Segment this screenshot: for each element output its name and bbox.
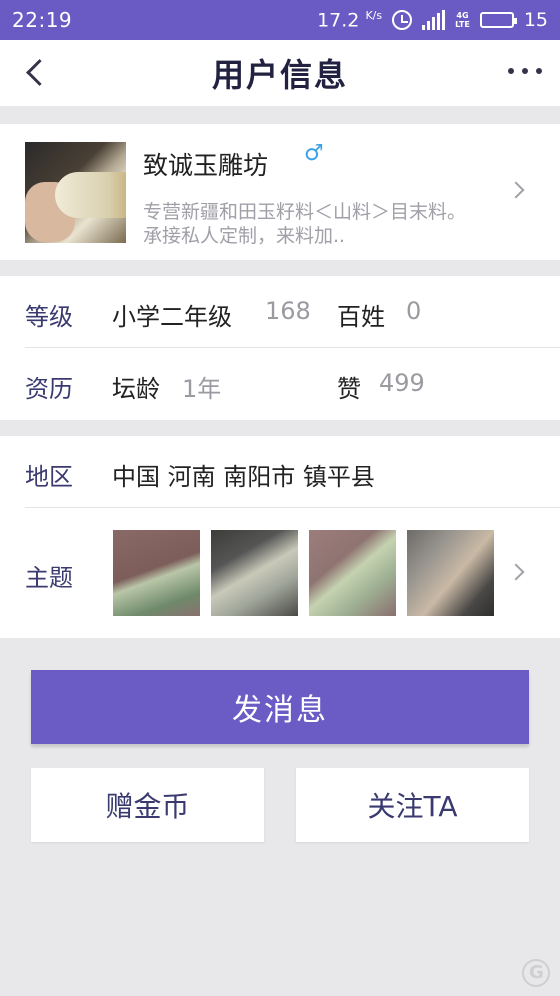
follow-button[interactable]: 关注TA: [296, 768, 529, 842]
alarm-icon: [392, 9, 413, 30]
topic-thumbnail[interactable]: [211, 530, 298, 616]
record-row: 资历 坛龄 1年 赞 499: [0, 348, 560, 420]
level-value: 小学二年级: [112, 303, 232, 331]
profile-name: 致诚玉雕坊: [143, 151, 269, 180]
location-label: 地区: [25, 463, 73, 491]
page-title: 用户信息: [211, 56, 348, 94]
back-icon[interactable]: [24, 61, 46, 83]
forum-age-label: 坛龄: [112, 375, 160, 403]
gift-coins-button[interactable]: 赠金币: [31, 768, 264, 842]
chevron-right-icon: [510, 184, 524, 198]
send-message-button[interactable]: 发消息: [31, 670, 529, 744]
network-type-icon: 4G LTE: [455, 11, 470, 29]
stats-section: 等级 小学二年级 168 百姓 0 资历 坛龄 1年 赞 499: [0, 276, 560, 420]
network-sub: LTE: [455, 19, 470, 29]
likes-label: 赞: [337, 375, 361, 403]
topic-thumbnail[interactable]: [113, 530, 200, 616]
forum-age-value: 1年: [182, 375, 222, 403]
baixing-value: 0: [406, 297, 422, 325]
avatar[interactable]: [25, 142, 126, 243]
male-icon: ♂: [304, 141, 324, 166]
network-speed: 17.2 K/s: [317, 9, 382, 31]
topics-label: 主题: [25, 564, 73, 592]
profile-description: 专营新疆和田玉籽料＜山料＞目末料。承接私人定制，来料加..: [143, 201, 467, 247]
status-bar: 22:19 17.2 K/s 4G LTE 15: [0, 0, 560, 40]
signal-icon: [422, 9, 446, 30]
baixing-label: 百姓: [337, 303, 385, 331]
watermark: [522, 958, 550, 988]
status-time: 22:19: [12, 8, 73, 32]
network-speed-unit: K/s: [365, 8, 383, 22]
location-value: 中国 河南 南阳市 镇平县: [112, 463, 375, 491]
network-speed-value: 17.2: [317, 9, 360, 32]
level-label: 等级: [25, 303, 73, 331]
likes-value: 499: [379, 369, 425, 397]
chevron-right-icon: [510, 566, 524, 580]
nav-bar: 用户信息: [0, 40, 560, 106]
watermark-logo-icon: [522, 959, 550, 987]
location-row: 地区 中国 河南 南阳市 镇平县: [0, 436, 560, 508]
level-row: 等级 小学二年级 168 百姓 0: [0, 276, 560, 348]
status-indicators: 17.2 K/s 4G LTE 15: [317, 9, 548, 31]
level-points: 168: [265, 297, 311, 325]
battery-level: 15: [523, 8, 548, 31]
network-type: 4G: [456, 10, 469, 20]
battery-icon: [479, 11, 517, 28]
topic-thumbnail[interactable]: [309, 530, 396, 616]
more-icon[interactable]: [508, 68, 542, 74]
record-label: 资历: [25, 375, 73, 403]
topic-thumbnail[interactable]: [407, 530, 494, 616]
